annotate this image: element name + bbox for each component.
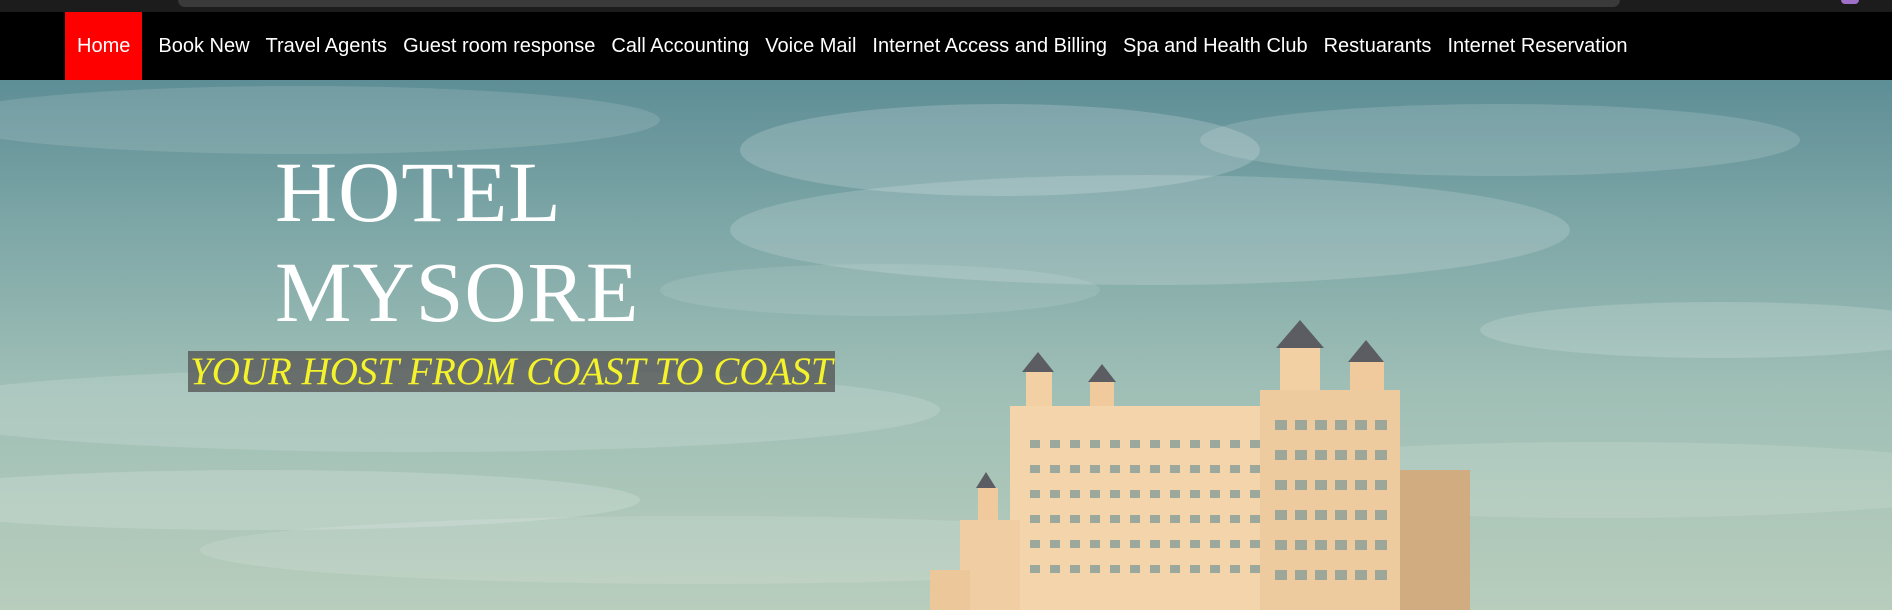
nav-item-call-accounting[interactable]: Call Accounting bbox=[603, 12, 757, 80]
nav-item-home[interactable]: Home bbox=[65, 12, 143, 80]
nav-item-restaurants[interactable]: Restuarants bbox=[1316, 12, 1440, 80]
hotel-building-image bbox=[930, 320, 1470, 610]
address-bar[interactable] bbox=[178, 0, 1620, 7]
nav-item-internet-access-billing[interactable]: Internet Access and Billing bbox=[864, 12, 1115, 80]
hotel-title-line2: MYSORE bbox=[275, 244, 640, 340]
nav-item-spa-health-club[interactable]: Spa and Health Club bbox=[1115, 12, 1316, 80]
nav-item-internet-reservation[interactable]: Internet Reservation bbox=[1439, 12, 1635, 80]
hero-banner: HOTEL MYSORE YOUR HOST FROM COAST TO COA… bbox=[0, 80, 1892, 610]
nav-item-guest-room-response[interactable]: Guest room response bbox=[395, 12, 603, 80]
browser-chrome-strip bbox=[0, 0, 1892, 12]
profile-icon[interactable] bbox=[1841, 0, 1859, 4]
hotel-title: HOTEL MYSORE bbox=[275, 142, 639, 342]
hotel-tagline: YOUR HOST FROM COAST TO COAST bbox=[188, 350, 835, 393]
top-navigation: Home Book New Travel Agents Guest room r… bbox=[0, 12, 1892, 80]
nav-item-voice-mail[interactable]: Voice Mail bbox=[757, 12, 864, 80]
nav-item-travel-agents[interactable]: Travel Agents bbox=[258, 12, 396, 80]
nav-item-book-new[interactable]: Book New bbox=[150, 12, 257, 80]
hotel-title-line1: HOTEL bbox=[275, 144, 562, 240]
